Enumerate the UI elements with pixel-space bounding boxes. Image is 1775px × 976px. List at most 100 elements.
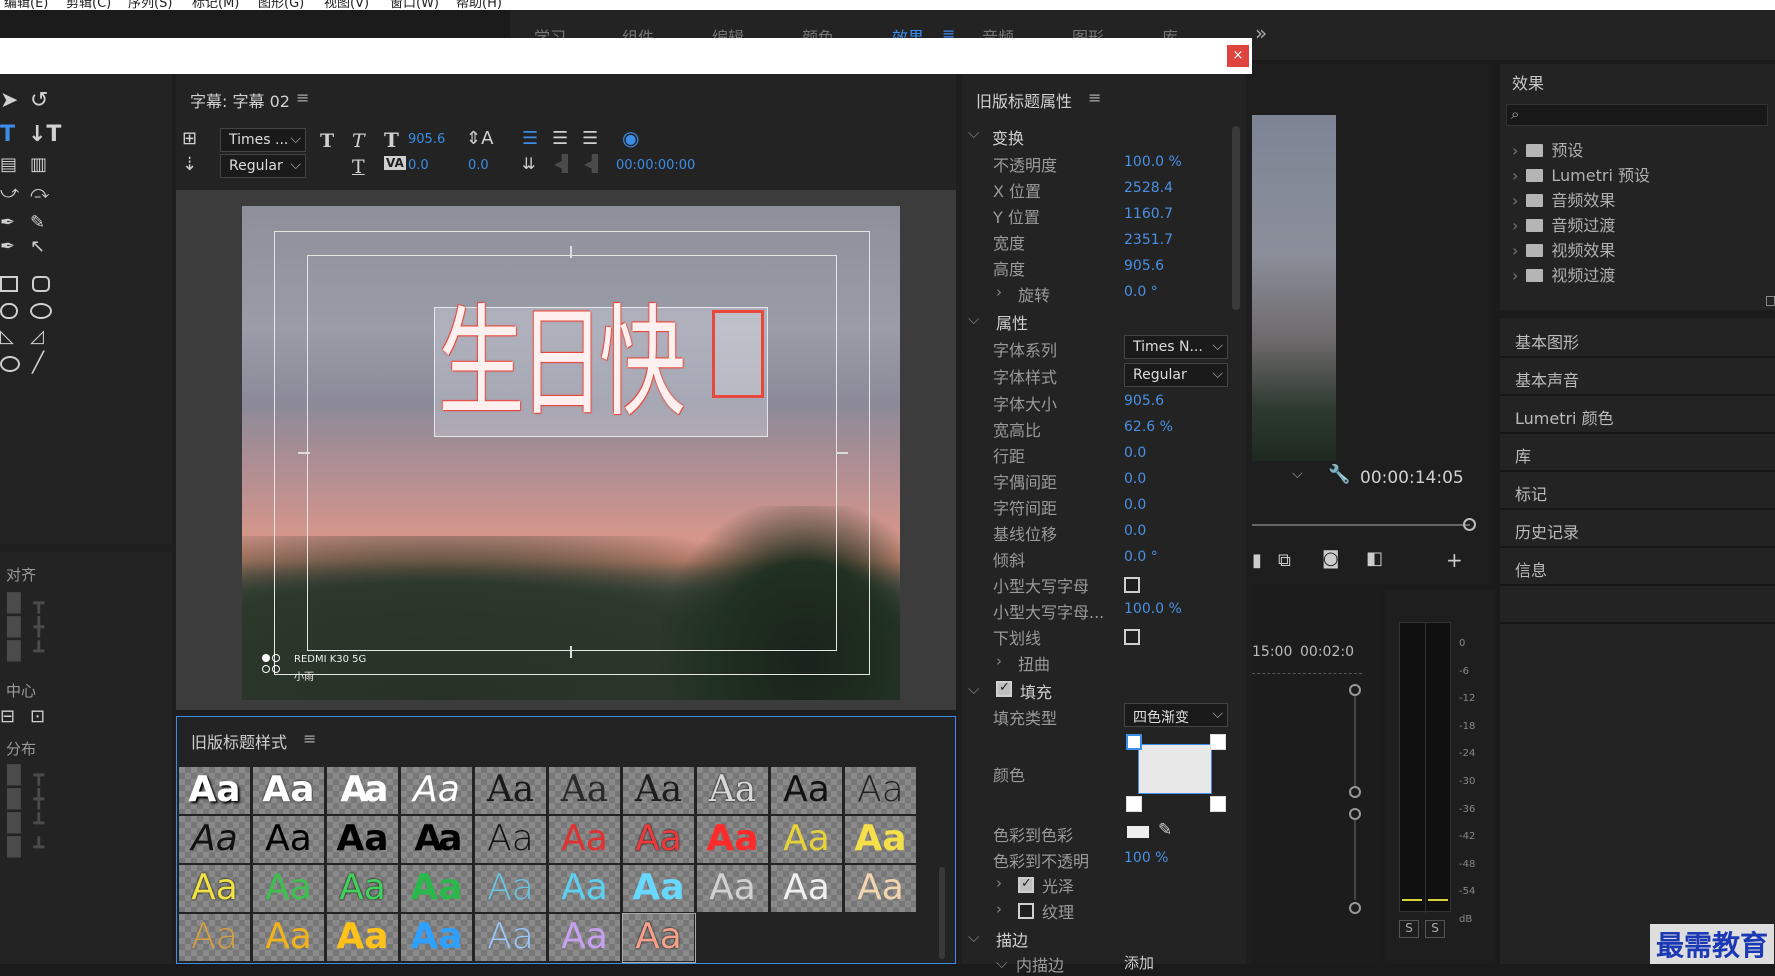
marker-icon[interactable]: ▮ [1252,550,1262,571]
style-swatch[interactable]: Aa [623,816,695,864]
style-swatch[interactable]: Aa [401,767,473,815]
style-swatch[interactable]: Aa [475,767,547,815]
bbox-handle-left[interactable] [298,452,310,454]
vertical-path-type-tool-icon[interactable]: ⤼ [30,182,49,203]
chevron-down-icon[interactable]: ⌵ [996,954,1007,972]
show-background-video-icon[interactable]: ◉ [622,126,639,150]
align-left-icon[interactable]: ☰ [522,128,538,149]
style-swatch[interactable]: Aa [327,767,399,815]
four-color-gradient-swatch[interactable] [1138,744,1212,794]
leading-value[interactable]: 0.0 [468,158,489,173]
bbox-handle-right[interactable] [836,452,848,454]
close-button[interactable]: × [1227,45,1249,67]
rounded-corner-tool-icon[interactable] [30,303,52,319]
style-swatch[interactable]: Aa [253,816,325,864]
menu-sequence[interactable]: 序列(S) [128,0,172,10]
style-swatch[interactable]: Aa [549,816,621,864]
bbox-handle-bottom[interactable] [570,646,572,658]
font-size-value[interactable]: 905.6 [408,132,445,147]
style-swatch[interactable]: Aa [253,914,325,962]
style-swatch[interactable]: Aa [327,914,399,962]
font-style-select[interactable]: Regular ⌵ [220,154,306,178]
playhead-bar[interactable] [1252,524,1470,526]
texture-checkbox[interactable] [1018,903,1034,919]
sheen-checkbox[interactable] [1018,876,1034,893]
color-to-opacity-value[interactable]: 100 % [1124,850,1168,866]
wedge-tool-icon[interactable]: ◺ [0,326,14,347]
opacity-value[interactable]: 100.0 % [1124,154,1182,170]
panel-libraries[interactable]: 库 [1515,443,1531,467]
styles-scrollbar[interactable] [939,867,945,959]
compare-icon[interactable]: ◧ [1366,548,1383,569]
chevron-down-icon[interactable]: ⌵ [1292,466,1303,482]
inner-stroke-add-link[interactable]: 添加 [1124,952,1154,973]
track-scroll-handle[interactable] [1349,902,1361,914]
line-tool-icon[interactable]: ╱ [32,350,44,374]
add-anchor-tool-icon[interactable]: ✒ [0,236,15,257]
menu-edit[interactable]: 编辑(E) [4,0,48,10]
style-swatch[interactable]: Aa [845,816,917,864]
style-swatch[interactable]: Aa [771,816,843,864]
track-scroll-handle[interactable] [1349,684,1361,696]
tab-stops-icon[interactable]: ⇣ [182,154,197,175]
align-center-icon[interactable]: ☰ [552,128,568,149]
fill-checkbox[interactable] [996,680,1012,697]
vertical-area-type-tool-icon[interactable]: ▥ [30,154,47,175]
gradient-stop-bottom-left[interactable] [1126,796,1142,812]
rotation-value[interactable]: 0.0 ° [1124,284,1158,300]
chevron-down-icon[interactable]: ⌵ [968,124,979,142]
style-swatch[interactable]: Aa [179,816,251,864]
styles-panel-menu-icon[interactable]: ≡ [303,729,316,748]
style-swatch[interactable]: Aa [475,865,547,913]
convert-anchor-tool-icon[interactable]: ↖ [30,236,45,257]
panel-history[interactable]: 历史记录 [1515,519,1579,543]
italic-icon[interactable]: T [352,130,365,152]
more-workspaces-icon[interactable]: » [1255,21,1267,45]
panel-menu-icon[interactable]: ≡ [296,88,309,107]
style-swatch[interactable]: Aa [771,767,843,815]
template-icon[interactable]: ⊞ [182,128,197,149]
effects-item-video-effects[interactable]: › 视频效果 [1512,237,1615,261]
align-icons[interactable]: ▐▌ ┳ ▐▌ ╋ ▐▌ ┻ [0,592,44,664]
section-stroke[interactable]: 描边 [996,927,1028,951]
pen-tool-icon[interactable]: ✒ [0,212,15,233]
distribute-icons[interactable]: ▐▌ ┳ ▐▌ ╋ ▐▌ ┻ ▐▌ ┻ [0,764,44,860]
track-scroll-handle[interactable] [1349,786,1361,798]
leading-prop-value[interactable]: 0.0 [1124,445,1146,461]
color-to-color-swatch[interactable] [1127,826,1149,838]
effects-item-video-transitions[interactable]: › 视频过渡 [1512,262,1615,286]
eyedropper-icon[interactable]: ✎ [1158,820,1172,840]
properties-menu-icon[interactable]: ≡ [1088,88,1101,107]
background-timecode[interactable]: 00:00:00:00 [616,158,695,173]
style-swatch[interactable]: Aa [845,767,917,815]
style-swatch[interactable]: Aa [179,914,251,962]
style-swatch[interactable]: Aa [401,865,473,913]
baseline-shift-value[interactable]: 0.0 [1124,523,1146,539]
menu-view[interactable]: 视图(V) [324,0,369,10]
tracking-value[interactable]: 0.0 [1124,497,1146,513]
distort-label[interactable]: 扭曲 [1018,651,1050,675]
style-swatch[interactable]: Aa [771,865,843,913]
clipped-rect-tool-icon[interactable] [0,303,18,319]
style-swatch[interactable]: Aa [549,767,621,815]
chevron-right-icon[interactable]: › [996,874,1002,892]
style-swatch[interactable]: Aa [253,767,325,815]
center-vertical-icon[interactable]: ⊡ [30,706,45,727]
section-attributes[interactable]: 属性 [996,310,1028,334]
panel-lumetri-color[interactable]: Lumetri 颜色 [1515,405,1614,429]
panel-markers[interactable]: 标记 [1515,481,1547,505]
style-swatch[interactable]: Aa [253,865,325,913]
center-horizontal-icon[interactable]: ⊟ [0,706,15,727]
style-swatch[interactable]: Aa [475,816,547,864]
track-scrollbar[interactable] [1354,696,1356,786]
add-button-icon[interactable]: + [1446,548,1463,572]
solo-left-button[interactable]: S [1399,920,1419,938]
style-swatch[interactable]: Aa [623,865,695,913]
style-swatch[interactable]: Aa [327,816,399,864]
track-scroll-handle[interactable] [1349,808,1361,820]
wrench-icon[interactable]: 🔧 [1328,464,1350,485]
small-caps-checkbox[interactable] [1124,577,1140,593]
font-family-dropdown[interactable]: Times N... ⌵ [1124,335,1228,359]
style-swatch[interactable]: Aa [697,816,769,864]
roll-crawl-icon[interactable]: ◂▌ [554,154,574,173]
